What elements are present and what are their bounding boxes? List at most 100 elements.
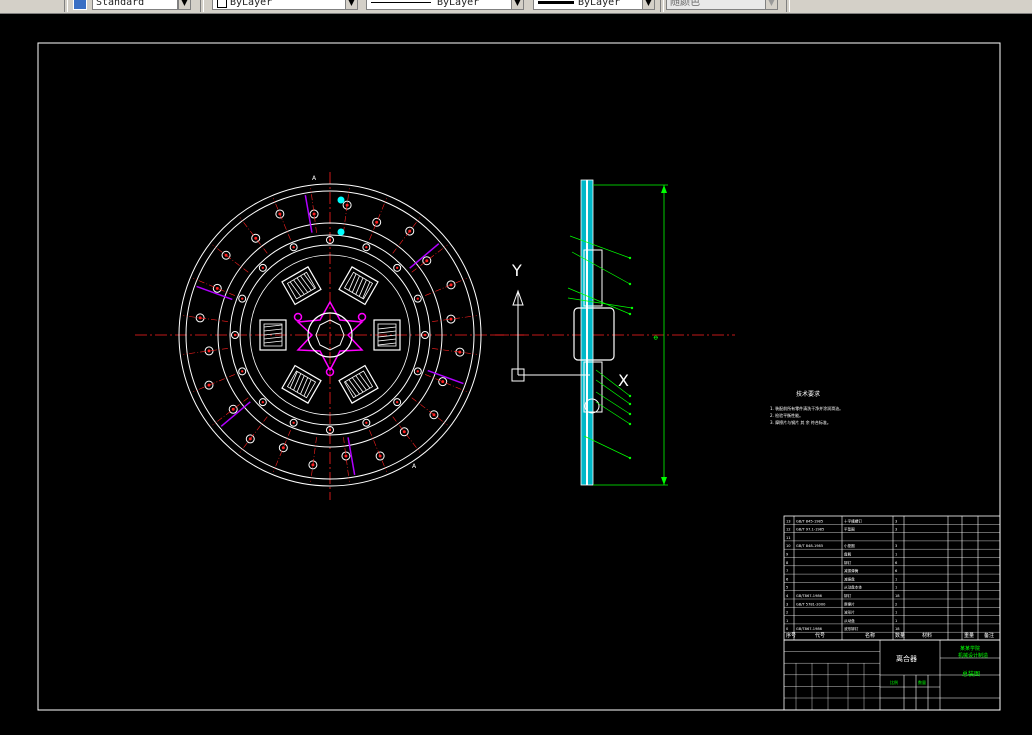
leader-end	[628, 456, 632, 460]
bom-cell: 1	[895, 611, 897, 615]
rivet-center	[449, 317, 453, 321]
text-style-select[interactable]: Standard	[92, 0, 178, 10]
rivet-center	[365, 421, 368, 424]
rivet-center	[233, 333, 237, 337]
notes-title: 技术要求	[796, 390, 820, 398]
bom-cell: 减振弹簧	[844, 568, 859, 573]
toolbar-separator	[64, 0, 68, 12]
bom-header-cell: 材料	[922, 632, 932, 639]
bom-cell: 十字槽螺钉	[844, 518, 862, 523]
chevron-down-icon[interactable]: ▼	[765, 0, 778, 10]
note-line: 3. 摩擦片与钢片 其 余 符合标准。	[770, 419, 831, 425]
linetype-preview-icon	[371, 2, 431, 3]
school-subtitle: 机械设计制造	[958, 652, 988, 659]
note-line: 2. 检验平衡性能。	[770, 412, 803, 418]
balance-mark	[337, 228, 345, 236]
chevron-down-icon[interactable]: ▼	[511, 0, 524, 10]
bom-cell: 1	[895, 553, 897, 557]
disc-plate	[586, 180, 588, 485]
leader-end	[628, 282, 632, 286]
bom-header-cell: 名称	[865, 632, 875, 639]
bom-cell: 波形铆钉	[844, 626, 859, 631]
bom-cell: 1	[895, 619, 897, 623]
layer-select[interactable]: ByLayer	[212, 0, 346, 10]
bom-cell: 1	[895, 577, 897, 581]
properties-toolbar: Standard ▼ ByLayer ▼ ByLayer ▼ ByLayer ▼…	[0, 0, 1032, 14]
rivet-center	[241, 297, 244, 300]
bom-cell: 12	[786, 528, 791, 532]
bom-header-cell: 备注	[984, 632, 994, 639]
bom-cell: GB/T867-1986	[796, 627, 823, 631]
bom-cell: 1	[895, 586, 897, 590]
bom-cell: 11	[786, 536, 791, 540]
bom-cell: 2	[895, 602, 897, 606]
balance-mark	[337, 196, 345, 204]
cad-drawing: A A Φ Y X 技术要求 1. 装配前所有零件清洗干净并涂润滑油。 2. 检…	[0, 14, 1032, 731]
dimension-text: Φ	[653, 335, 660, 340]
bom-cell: GB/T 845-1985	[796, 519, 823, 523]
rivet-center	[402, 430, 406, 434]
model-space-background	[0, 14, 1032, 731]
bom-cell: 平垫圈	[844, 527, 855, 532]
bom-cell: 3	[895, 544, 897, 548]
leader-end	[628, 422, 632, 426]
bom-cell: 3	[786, 602, 788, 606]
rivet-center	[416, 370, 419, 373]
text-style-icon[interactable]	[73, 0, 87, 10]
bom-cell: 18	[895, 627, 900, 631]
bom-cell: 10	[786, 544, 791, 548]
quantity-label: 数量	[918, 679, 926, 685]
bom-cell: GB/T 5781-2000	[796, 602, 826, 606]
chevron-down-icon[interactable]: ▼	[178, 0, 191, 10]
note-line: 1. 装配前所有零件清洗干净并涂润滑油。	[770, 405, 843, 411]
rivet-center	[344, 454, 348, 458]
bom-header-cell: 重量	[964, 632, 974, 639]
rivet-center	[395, 400, 399, 404]
chevron-down-icon[interactable]: ▼	[642, 0, 655, 10]
drawing-number: 总装图	[962, 670, 980, 678]
rivet-center	[241, 370, 244, 373]
bom-cell: GB/T 848-1985	[796, 544, 823, 548]
bom-cell: 3	[895, 519, 897, 523]
plot-style-select[interactable]: 随颜色	[666, 0, 776, 10]
part-name: 离合器	[896, 654, 917, 663]
rivet-center	[365, 246, 368, 249]
rivet-center	[416, 297, 419, 300]
bom-cell: 2	[786, 611, 788, 615]
rivet-center	[261, 266, 265, 270]
bom-header-cell: 序号	[786, 632, 796, 639]
bom-header-cell: 数量	[895, 632, 905, 639]
bom-cell: 3	[895, 528, 897, 532]
toolbar-separator	[786, 0, 790, 12]
ucs-y-label: Y	[511, 261, 522, 280]
leader-end	[630, 306, 634, 310]
bom-cell: 小垫圈	[844, 543, 855, 548]
bom-cell: 波形片	[844, 610, 855, 615]
bom-cell: 18	[895, 594, 900, 598]
bom-cell: 铆钉	[844, 593, 852, 598]
bom-cell: 盘毂	[844, 552, 852, 557]
rivet-center	[261, 400, 265, 404]
rivet-center	[292, 246, 295, 249]
chevron-down-icon[interactable]: ▼	[345, 0, 358, 10]
bom-cell: 从动盘	[844, 618, 855, 623]
school-name: 某某学院	[960, 645, 980, 652]
rivet-center	[328, 238, 332, 242]
bom-cell: 铆钉	[844, 560, 852, 565]
leader-end	[628, 256, 632, 260]
leader-end	[628, 402, 632, 406]
bom-cell: 7	[786, 569, 788, 573]
scale-label: 比例	[890, 679, 898, 685]
rivet-center	[328, 428, 332, 432]
bom-cell: 1	[786, 619, 788, 623]
ucs-x-label: X	[618, 371, 629, 390]
bom-cell: 5	[786, 586, 788, 590]
toolbar-separator	[200, 0, 204, 12]
rivet-center	[423, 333, 427, 337]
leader-end	[628, 312, 632, 316]
bom-cell: GB/T 97.1-1985	[796, 528, 824, 532]
drawing-canvas[interactable]: A A Φ Y X 技术要求 1. 装配前所有零件清洗干净并涂润滑油。 2. 检…	[0, 14, 1032, 731]
bom-cell: 13	[786, 519, 791, 523]
leader-end	[628, 394, 632, 398]
rivet-center	[395, 266, 399, 270]
